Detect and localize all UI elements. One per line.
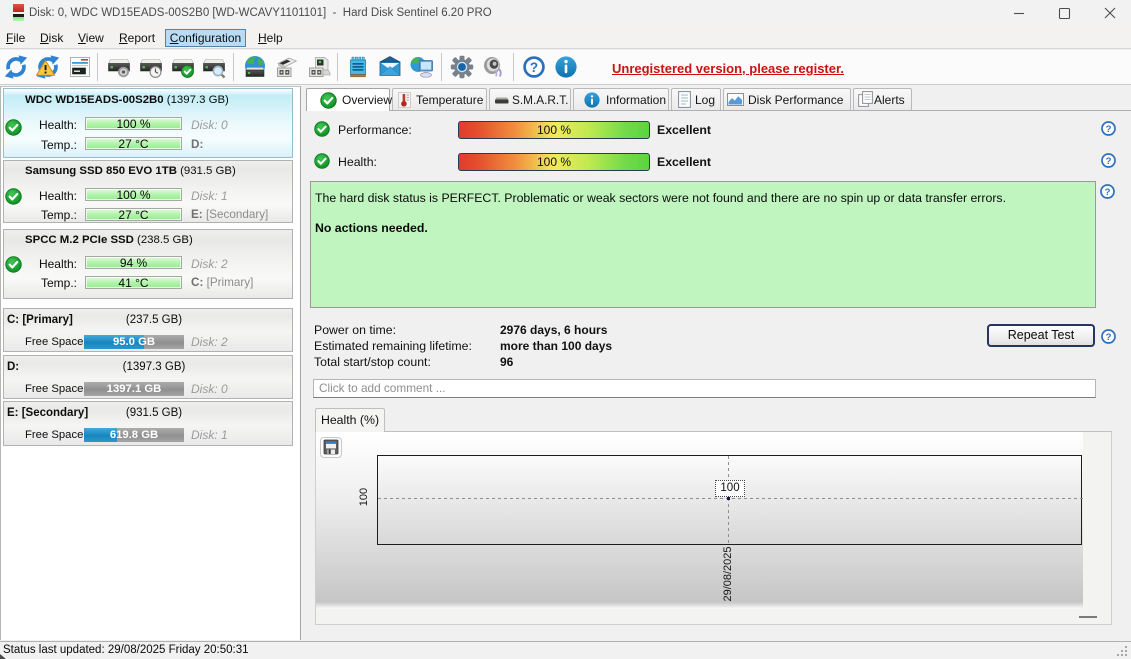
svg-text:?: ? xyxy=(1106,124,1112,135)
svg-text:?: ? xyxy=(530,60,538,75)
svg-text:?: ? xyxy=(1105,187,1111,198)
svg-text:?: ? xyxy=(1106,332,1112,343)
svg-text:?: ? xyxy=(1106,156,1112,167)
